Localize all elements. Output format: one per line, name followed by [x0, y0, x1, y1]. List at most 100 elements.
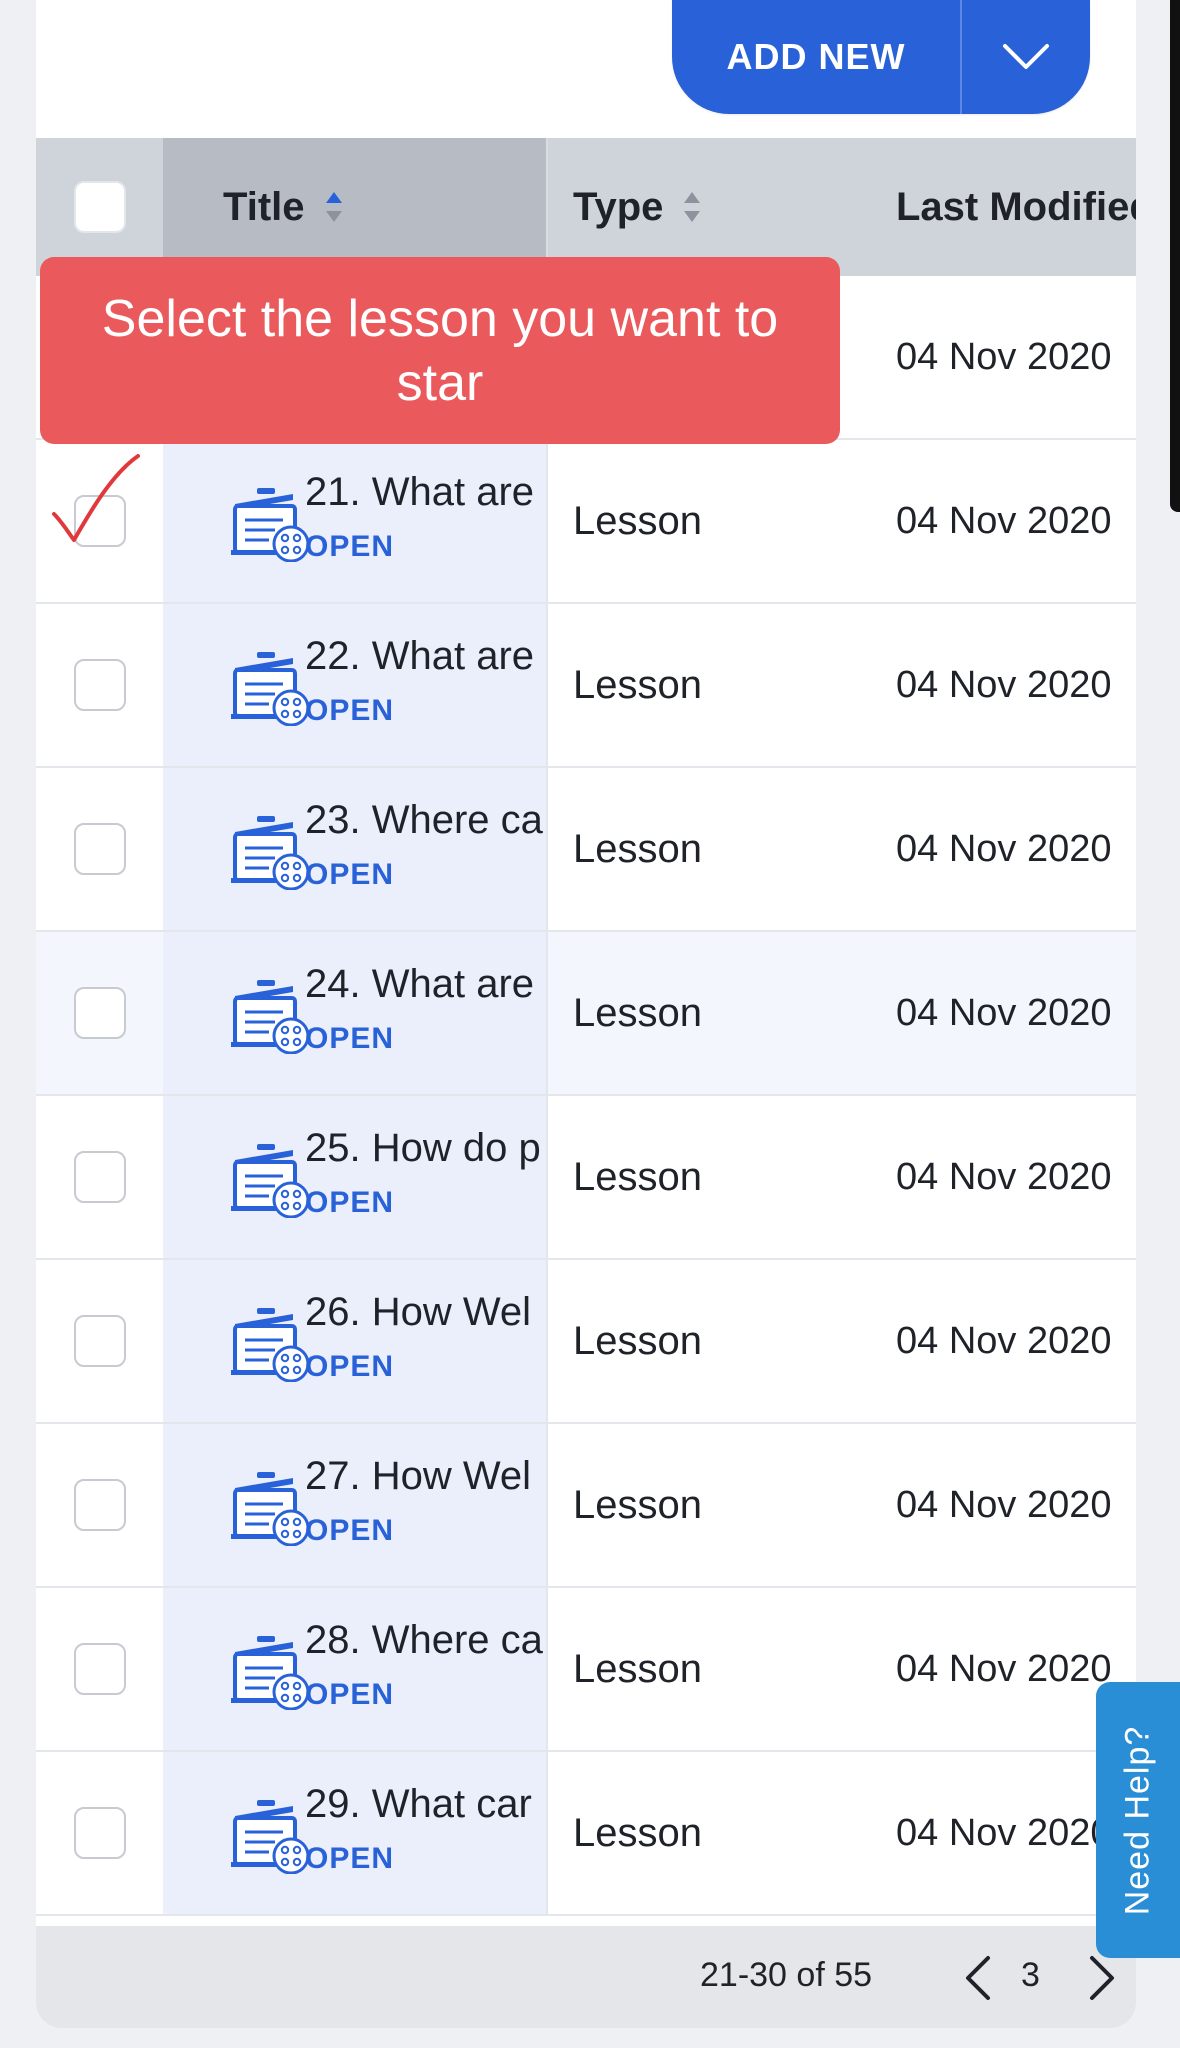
add-new-dropdown-button[interactable]	[962, 0, 1090, 114]
lesson-type: Lesson	[573, 1482, 702, 1527]
table-row[interactable]: 26. How Wel OPEN Lesson 04 Nov 2020	[36, 1260, 1136, 1424]
table-row[interactable]: 28. Where ca OPEN Lesson 04 Nov 2020	[36, 1588, 1136, 1752]
row-checkbox[interactable]	[73, 1315, 126, 1367]
last-modified-date: 04 Nov 2020	[896, 335, 1112, 378]
lesson-icon	[231, 816, 310, 890]
next-page-chevron-icon[interactable]	[1082, 1954, 1122, 2002]
table-row[interactable]: 24. What are OPEN Lesson 04 Nov 2020	[36, 932, 1136, 1096]
type-cell: Lesson	[548, 440, 868, 602]
lesson-type: Lesson	[573, 990, 702, 1035]
row-checkbox[interactable]	[73, 987, 126, 1039]
lesson-title[interactable]: 27. How Wel	[305, 1454, 531, 1499]
column-type-label: Type	[573, 184, 664, 229]
select-all-checkbox[interactable]	[73, 181, 126, 233]
lesson-icon	[231, 652, 310, 726]
add-new-button[interactable]: ADD NEW	[672, 0, 960, 114]
open-link[interactable]: OPEN	[305, 1842, 394, 1876]
lesson-title[interactable]: 21. What are	[305, 470, 534, 515]
lesson-icon	[231, 1308, 310, 1382]
red-checkmark-icon	[52, 454, 140, 542]
lesson-type: Lesson	[573, 1810, 702, 1855]
last-modified-date: 04 Nov 2020	[896, 1647, 1112, 1690]
last-modified-date: 04 Nov 2020	[896, 1483, 1112, 1526]
lesson-title[interactable]: 26. How Wel	[305, 1290, 531, 1335]
type-cell: Lesson	[548, 768, 868, 930]
lesson-icon	[231, 980, 310, 1054]
modified-cell: 04 Nov 2020	[896, 440, 1136, 602]
table-row[interactable]: 25. How do p OPEN Lesson 04 Nov 2020	[36, 1096, 1136, 1260]
row-select-cell	[36, 604, 163, 766]
row-checkbox[interactable]	[73, 1643, 126, 1695]
table-row[interactable]: 23. Where ca OPEN Lesson 04 Nov 2020	[36, 768, 1136, 932]
lesson-icon	[231, 1144, 310, 1218]
open-link[interactable]: OPEN	[305, 1514, 394, 1548]
open-link[interactable]: OPEN	[305, 1350, 394, 1384]
row-checkbox[interactable]	[73, 659, 126, 711]
lesson-type: Lesson	[573, 1154, 702, 1199]
need-help-label: Need Help?	[1118, 1725, 1157, 1915]
instruction-tooltip: Select the lesson you want to star	[40, 257, 840, 444]
column-type-header[interactable]: Type	[548, 138, 868, 276]
column-title-header[interactable]: Title	[163, 138, 548, 276]
title-cell: 25. How do p OPEN	[163, 1096, 548, 1258]
modified-cell: 04 Nov 2020	[896, 1424, 1136, 1586]
type-cell: Lesson	[548, 1588, 868, 1750]
lesson-type: Lesson	[573, 1646, 702, 1691]
open-link[interactable]: OPEN	[305, 858, 394, 892]
row-checkbox[interactable]	[73, 823, 126, 875]
type-cell: Lesson	[548, 1752, 868, 1914]
row-checkbox[interactable]	[73, 1479, 126, 1531]
pagination-current-page: 3	[1021, 1956, 1040, 1994]
last-modified-date: 04 Nov 2020	[896, 1155, 1112, 1198]
scroll-indicator[interactable]	[1170, 0, 1180, 512]
open-link[interactable]: OPEN	[305, 530, 394, 564]
lesson-type: Lesson	[573, 1318, 702, 1363]
title-cell: 23. Where ca OPEN	[163, 768, 548, 930]
lesson-title[interactable]: 28. Where ca	[305, 1618, 543, 1663]
open-link[interactable]: OPEN	[305, 1678, 394, 1712]
column-last-modified-header[interactable]: Last Modified	[896, 138, 1136, 276]
lesson-icon	[231, 1800, 310, 1874]
last-modified-date: 04 Nov 2020	[896, 827, 1112, 870]
type-cell: Lesson	[548, 1424, 868, 1586]
lesson-title[interactable]: 22. What are	[305, 634, 534, 679]
table-row[interactable]: 21. What are OPEN Lesson 04 Nov 2020	[36, 440, 1136, 604]
last-modified-date: 04 Nov 2020	[896, 1811, 1112, 1854]
open-link[interactable]: OPEN	[305, 694, 394, 728]
lesson-title[interactable]: 24. What are	[305, 962, 534, 1007]
table-footer: 21-30 of 55 3	[36, 1926, 1136, 2028]
last-modified-date: 04 Nov 2020	[896, 991, 1112, 1034]
lesson-title[interactable]: 23. Where ca	[305, 798, 543, 843]
lesson-title[interactable]: 29. What car	[305, 1782, 532, 1827]
table-row[interactable]: 22. What are OPEN Lesson 04 Nov 2020	[36, 604, 1136, 768]
title-cell: 29. What car OPEN	[163, 1752, 548, 1914]
table-row[interactable]: 27. How Wel OPEN Lesson 04 Nov 2020	[36, 1424, 1136, 1588]
title-cell: 28. Where ca OPEN	[163, 1588, 548, 1750]
lesson-title[interactable]: 25. How do p	[305, 1126, 541, 1171]
modified-cell: 04 Nov 2020	[896, 1096, 1136, 1258]
title-cell: 26. How Wel OPEN	[163, 1260, 548, 1422]
type-cell: Lesson	[548, 1096, 868, 1258]
row-select-cell	[36, 1424, 163, 1586]
row-select-cell	[36, 932, 163, 1094]
open-link[interactable]: OPEN	[305, 1022, 394, 1056]
need-help-tab[interactable]: Need Help?	[1096, 1682, 1180, 1958]
row-select-cell	[36, 1096, 163, 1258]
title-cell: 22. What are OPEN	[163, 604, 548, 766]
open-link[interactable]: OPEN	[305, 1186, 394, 1220]
pagination-range: 21-30 of 55	[700, 1956, 873, 1994]
app-screen: ADD NEW Title Type Last Modified 04 Nov …	[0, 0, 1180, 2048]
sort-icon[interactable]	[325, 190, 343, 224]
table-row[interactable]: 29. What car OPEN Lesson 04 Nov 2020	[36, 1752, 1136, 1916]
sort-icon[interactable]	[683, 190, 701, 224]
lesson-icon	[231, 1472, 310, 1546]
previous-page-chevron-icon[interactable]	[958, 1954, 998, 2002]
title-cell: 24. What are OPEN	[163, 932, 548, 1094]
lesson-icon	[231, 1636, 310, 1710]
select-all-cell	[36, 138, 163, 276]
row-select-cell	[36, 1588, 163, 1750]
row-select-cell	[36, 768, 163, 930]
row-checkbox[interactable]	[73, 1807, 126, 1859]
row-checkbox[interactable]	[73, 1151, 126, 1203]
column-last-modified-label: Last Modified	[896, 184, 1136, 229]
